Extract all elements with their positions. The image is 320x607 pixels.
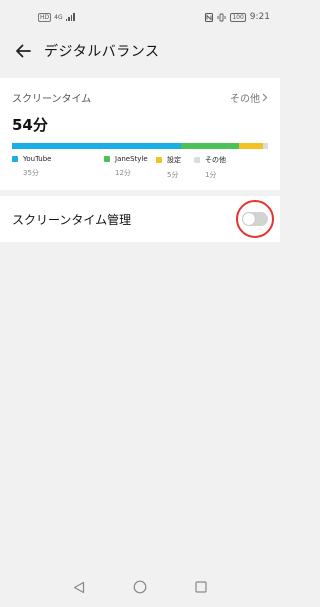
nav-home-button[interactable] [133,580,147,594]
usage-bar-segment [239,143,264,149]
nav-back-button[interactable] [73,581,85,594]
legend-app-name: その他 [205,156,226,164]
screen-time-management-row[interactable]: スクリーンタイム管理 [0,196,280,242]
screen-time-label: スクリーンタイム [12,94,92,105]
vibrate-icon [217,13,226,21]
status-left: HD 4G [38,12,75,22]
usage-bar [12,143,268,149]
card-header: スクリーンタイム その他 [12,90,268,105]
legend-color-dot [12,156,18,162]
legend-app-time: 35分 [23,169,39,177]
nfc-icon [205,12,214,22]
status-right: 100 9:21 [205,12,270,22]
legend-color-dot [156,157,162,163]
nav-recents-button[interactable] [195,581,207,593]
legend-app-time: 12分 [115,169,131,177]
legend-app-time: 5分 [167,171,179,179]
network-type: 4G [54,13,63,21]
legend-item: 設定 5分 [156,155,194,180]
usage-bar-segment [181,143,239,149]
screen-time-management-toggle[interactable] [242,212,268,226]
app-header: デジタルバランス [0,34,280,68]
legend-app-name: 設定 [167,156,181,164]
toggle-knob [243,213,255,225]
chevron-right-icon [262,93,268,102]
navigation-bar [0,567,280,607]
total-screen-time: 54分 [12,116,48,134]
legend-app-time: 1分 [205,171,217,179]
legend-app-name: JaneStyle [115,155,148,163]
legend: YouTube 35分 JaneStyle 12分 設定 5分 その他 1分 [12,155,268,180]
highlight-circle [236,200,274,238]
signal-icon [65,13,75,21]
hd-badge: HD [38,12,52,22]
triangle-back-icon [73,581,85,593]
legend-color-dot [104,156,110,162]
legend-top: YouTube [12,155,104,163]
legend-app-name: YouTube [23,155,52,163]
usage-bar-segment [12,143,182,149]
screen-time-card[interactable]: スクリーンタイム その他 54分 YouTube 35分 JaneStyle 12分 設… [0,78,280,190]
legend-top: 設定 [156,155,194,165]
more-label: その他 [230,94,260,105]
page-title: デジタルバランス [44,44,160,60]
legend-item: その他 1分 [194,155,238,180]
legend-item: JaneStyle 12分 [104,155,156,180]
legend-item: YouTube 35分 [12,155,104,180]
square-recents-icon [195,581,207,593]
usage-bar-segment [263,143,268,149]
status-bar: HD 4G 100 9:21 [0,0,280,34]
legend-color-dot [194,157,200,163]
legend-top: JaneStyle [104,155,156,163]
back-button[interactable] [12,40,34,62]
screen-time-management-label: スクリーンタイム管理 [12,212,132,227]
arrow-left-icon [16,44,31,58]
more-link[interactable]: その他 [230,90,268,105]
circle-home-icon [133,580,147,594]
clock: 9:21 [249,12,270,22]
legend-top: その他 [194,155,238,165]
battery-icon: 100 [230,12,246,22]
